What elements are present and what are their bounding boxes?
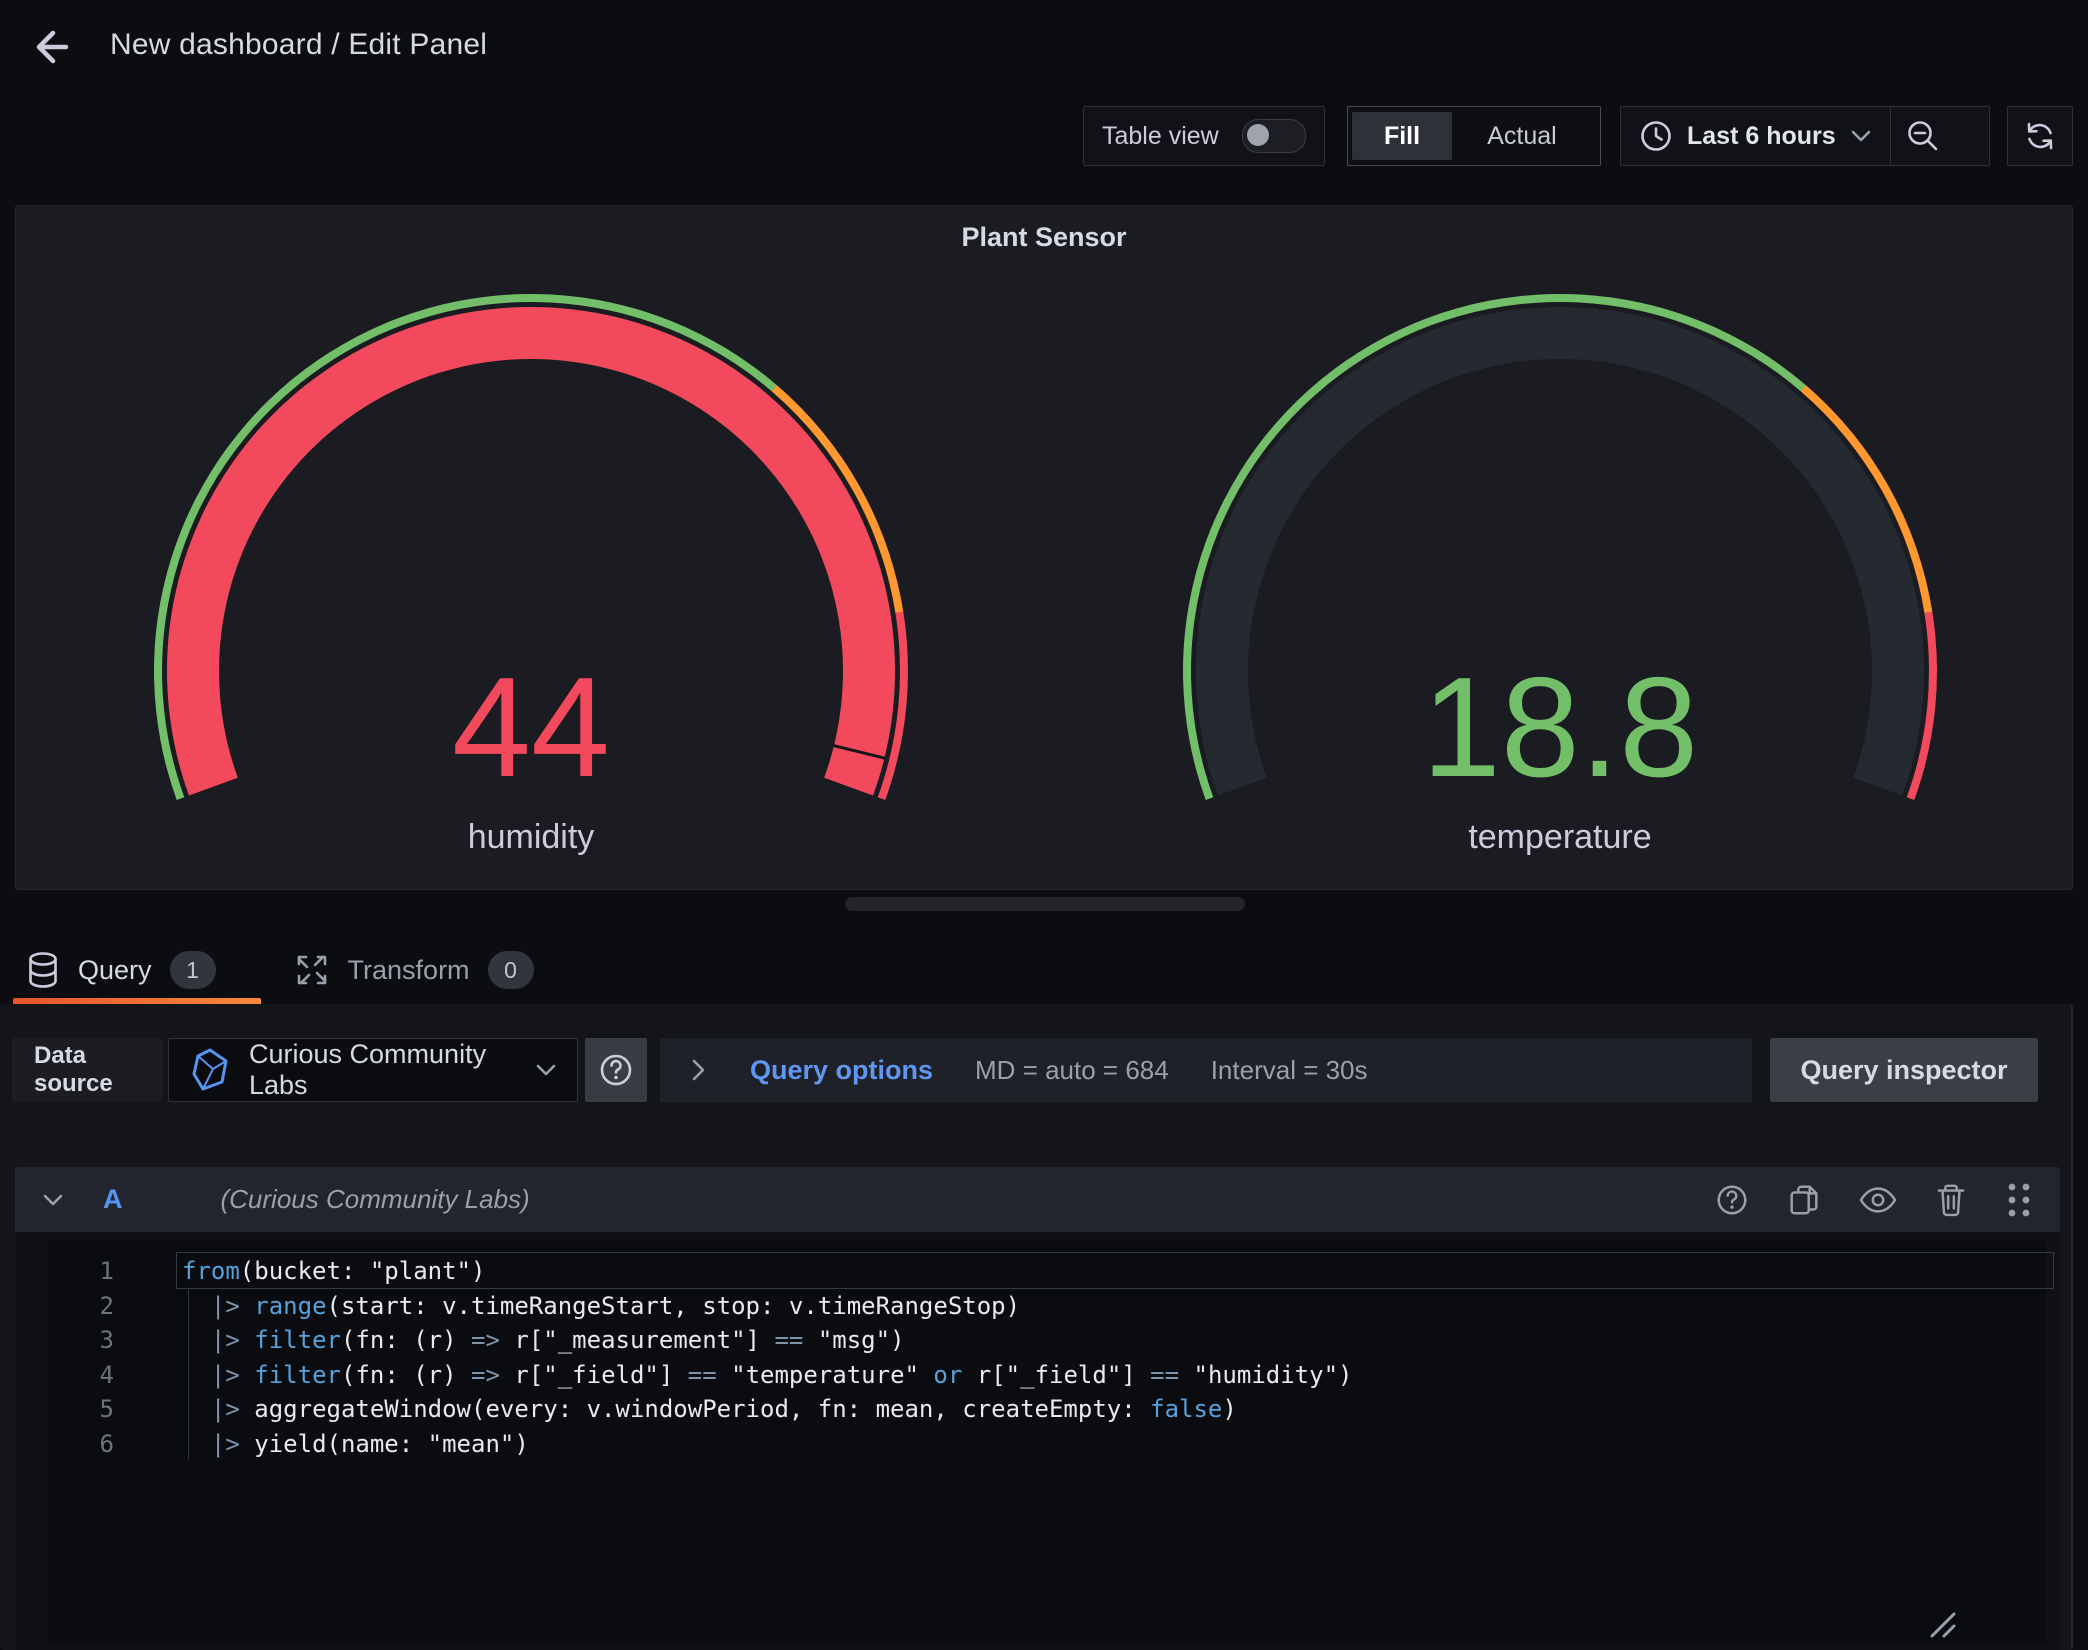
query-section: Data source Curious Community Labs Query — [0, 1004, 2073, 1650]
zoom-out-icon — [1905, 118, 1941, 154]
tab-query-count: 1 — [170, 951, 216, 989]
code-line: |> range(start: v.timeRangeStart, stop: … — [182, 1289, 2042, 1324]
line-number: 3 — [48, 1323, 138, 1358]
tab-bar: Query 1 Transform 0 — [0, 936, 2088, 1004]
delete-query-button[interactable] — [1934, 1182, 1968, 1218]
max-data-points-stat: MD = auto = 684 — [975, 1055, 1169, 1086]
panel-plant-sensor: Plant Sensor 44 humidity 18.8 temperatur… — [15, 205, 2073, 890]
table-view-label: Table view — [1102, 122, 1219, 151]
table-view-toggle[interactable] — [1242, 119, 1306, 153]
chevron-right-icon[interactable] — [690, 1057, 708, 1083]
drag-handle[interactable] — [2004, 1180, 2034, 1220]
time-range-label: Last 6 hours — [1687, 122, 1836, 151]
duplicate-query-button[interactable] — [1786, 1182, 1822, 1218]
fill-button[interactable]: Fill — [1352, 112, 1452, 160]
clock-icon — [1639, 119, 1673, 153]
line-number: 5 — [48, 1392, 138, 1427]
refresh-icon — [2021, 117, 2059, 155]
tab-transform[interactable]: Transform 0 — [268, 936, 560, 1004]
tab-transform-count: 0 — [488, 951, 534, 989]
database-icon — [26, 951, 60, 989]
code-line: |> yield(name: "mean") — [182, 1427, 2042, 1462]
line-number: 2 — [48, 1289, 138, 1324]
gauge-temperature-label: temperature — [1140, 818, 1980, 857]
query-row-header[interactable]: A (Curious Community Labs) — [15, 1167, 2060, 1232]
line-number: 1 — [48, 1254, 138, 1289]
data-source-label: Data source — [12, 1038, 162, 1102]
tab-query[interactable]: Query 1 — [0, 936, 242, 1004]
data-source-select[interactable]: Curious Community Labs — [168, 1038, 578, 1102]
panel-resize-handle[interactable] — [845, 897, 1245, 911]
table-view-control: Table view — [1083, 106, 1325, 166]
code-line: |> filter(fn: (r) => r["_field"] == "tem… — [182, 1358, 2042, 1393]
editor-resize-handle[interactable] — [1926, 1608, 1958, 1638]
gauge-humidity-value: 44 — [111, 653, 951, 803]
data-source-value: Curious Community Labs — [249, 1039, 517, 1101]
help-circle-icon — [1714, 1182, 1750, 1218]
line-number: 6 — [48, 1427, 138, 1462]
transform-icon — [294, 952, 330, 988]
query-options-row: Query options MD = auto = 684 Interval =… — [660, 1038, 1752, 1102]
trash-icon — [1934, 1182, 1968, 1218]
help-circle-icon — [597, 1051, 635, 1089]
back-button[interactable] — [28, 26, 70, 68]
query-row-card: A (Curious Community Labs) — [15, 1167, 2060, 1650]
eye-icon — [1858, 1182, 1898, 1218]
tab-query-label: Query — [78, 955, 152, 986]
datasource-help-button[interactable] — [585, 1038, 647, 1102]
chevron-down-icon — [1850, 129, 1872, 143]
gauge-humidity: 44 humidity — [111, 283, 951, 883]
query-inspector-button[interactable]: Query inspector — [1770, 1038, 2038, 1102]
code-line: |> filter(fn: (r) => r["_measurement"] =… — [182, 1323, 2042, 1358]
query-options-link[interactable]: Query options — [750, 1055, 933, 1086]
datasource-icon — [189, 1047, 231, 1093]
panel-title: Plant Sensor — [16, 222, 2072, 253]
query-datasource-hint: (Curious Community Labs) — [221, 1184, 530, 1215]
collapse-chevron-icon[interactable] — [41, 1192, 65, 1208]
tab-transform-label: Transform — [348, 955, 470, 986]
refresh-button[interactable] — [2007, 106, 2073, 166]
editor-code: from(bucket: "plant") |> range(start: v.… — [182, 1254, 2042, 1461]
arrow-left-icon — [39, 33, 66, 61]
query-help-button[interactable] — [1714, 1182, 1750, 1218]
grafana-edit-panel: New dashboard / Edit Panel Table view Fi… — [0, 0, 2088, 1650]
gauge-temperature: 18.8 temperature — [1140, 283, 1980, 883]
editor-gutter: 123456 — [48, 1254, 138, 1461]
copy-icon — [1786, 1182, 1822, 1218]
gauge-temperature-value: 18.8 — [1140, 653, 1980, 803]
chevron-down-icon — [535, 1063, 557, 1077]
toggle-visibility-button[interactable] — [1858, 1182, 1898, 1218]
page-title: New dashboard / Edit Panel — [110, 28, 487, 62]
actual-button[interactable]: Actual — [1452, 112, 1592, 160]
flux-query-editor[interactable]: 123456 from(bucket: "plant") |> range(st… — [48, 1240, 2046, 1644]
zoom-out-button[interactable] — [1891, 107, 1955, 165]
gauge-humidity-label: humidity — [111, 818, 951, 857]
interval-stat: Interval = 30s — [1211, 1055, 1368, 1086]
grip-dots-icon — [2004, 1180, 2034, 1220]
fill-actual-segmented: Fill Actual — [1347, 106, 1601, 166]
time-picker: Last 6 hours — [1620, 106, 1990, 166]
query-row-actions — [1714, 1180, 2034, 1220]
time-range-button[interactable]: Last 6 hours — [1621, 107, 1890, 165]
toggle-knob — [1247, 124, 1269, 146]
line-number: 4 — [48, 1358, 138, 1393]
code-line: from(bucket: "plant") — [182, 1254, 2042, 1289]
query-ref-id[interactable]: A — [103, 1184, 123, 1215]
code-line: |> aggregateWindow(every: v.windowPeriod… — [182, 1392, 2042, 1427]
